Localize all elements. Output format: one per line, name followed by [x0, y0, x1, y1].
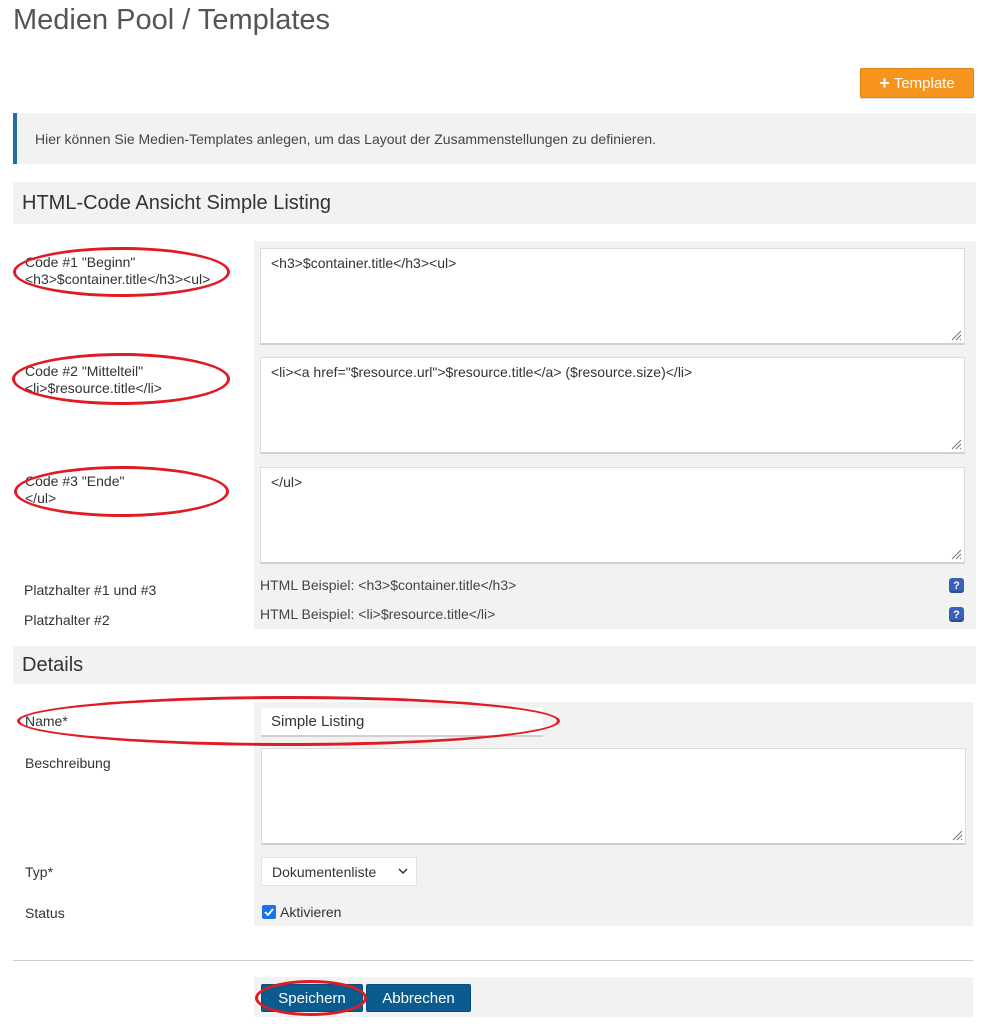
placeholder2-label: Platzhalter #2 — [24, 612, 110, 628]
name-input[interactable]: Simple Listing — [261, 708, 543, 737]
code2-textarea[interactable]: <li><a href="$resource.url">$resource.ti… — [260, 357, 965, 454]
type-select[interactable]: Dokumentenliste — [261, 857, 417, 886]
help-icon[interactable]: ? — [949, 607, 964, 622]
cancel-button[interactable]: Abbrechen — [366, 984, 471, 1012]
status-label: Status — [25, 905, 65, 921]
placeholder1-hint: HTML Beispiel: <h3>$container.title</h3> — [260, 577, 517, 593]
status-checkbox-label: Aktivieren — [280, 904, 342, 920]
description-label: Beschreibung — [25, 755, 111, 771]
code2-value: <li><a href="$resource.url">$resource.ti… — [271, 364, 693, 380]
name-value: Simple Listing — [271, 713, 365, 730]
placeholder1-label: Platzhalter #1 und #3 — [24, 582, 157, 598]
resize-grip-icon[interactable] — [950, 329, 962, 341]
code1-label: Code #1 "Beginn" <h3>$container.title</h… — [25, 254, 211, 287]
code3-value: </ul> — [271, 474, 303, 490]
add-template-label: Template — [893, 74, 955, 92]
code1-textarea[interactable]: <h3>$container.title</h3><ul> — [260, 248, 965, 345]
html-section-title: HTML-Code Ansicht Simple Listing — [22, 191, 332, 214]
type-value: Dokumentenliste — [272, 863, 377, 880]
info-text: Hier können Sie Medien-Templates anlegen… — [35, 130, 657, 147]
divider — [13, 960, 973, 961]
checkmark-icon — [264, 908, 274, 916]
add-template-button[interactable]: + Template — [860, 68, 974, 98]
resize-grip-icon[interactable] — [950, 548, 962, 560]
help-icon[interactable]: ? — [949, 578, 964, 593]
resize-grip-icon[interactable] — [951, 829, 963, 841]
code3-label: Code #3 "Ende" </ul> — [25, 473, 125, 506]
code1-value: <h3>$container.title</h3><ul> — [271, 255, 457, 271]
code2-label: Code #2 "Mittelteil" <li>$resource.title… — [25, 363, 162, 396]
page-title: Medien Pool / Templates — [13, 4, 331, 36]
placeholder2-hint: HTML Beispiel: <li>$resource.title</li> — [260, 606, 496, 622]
plus-icon: + — [879, 73, 890, 93]
code3-textarea[interactable]: </ul> — [260, 467, 965, 564]
html-section-heading: HTML-Code Ansicht Simple Listing — [13, 182, 976, 224]
details-title: Details — [22, 653, 84, 676]
resize-grip-icon[interactable] — [950, 438, 962, 450]
name-label: Name* — [25, 713, 68, 729]
status-checkbox[interactable] — [262, 905, 276, 919]
save-button[interactable]: Speichern — [261, 984, 363, 1012]
chevron-down-icon — [398, 868, 408, 875]
description-textarea[interactable] — [261, 748, 966, 845]
details-section-heading: Details — [13, 646, 976, 684]
info-message: Hier können Sie Medien-Templates anlegen… — [13, 113, 976, 164]
type-label: Typ* — [25, 864, 54, 880]
